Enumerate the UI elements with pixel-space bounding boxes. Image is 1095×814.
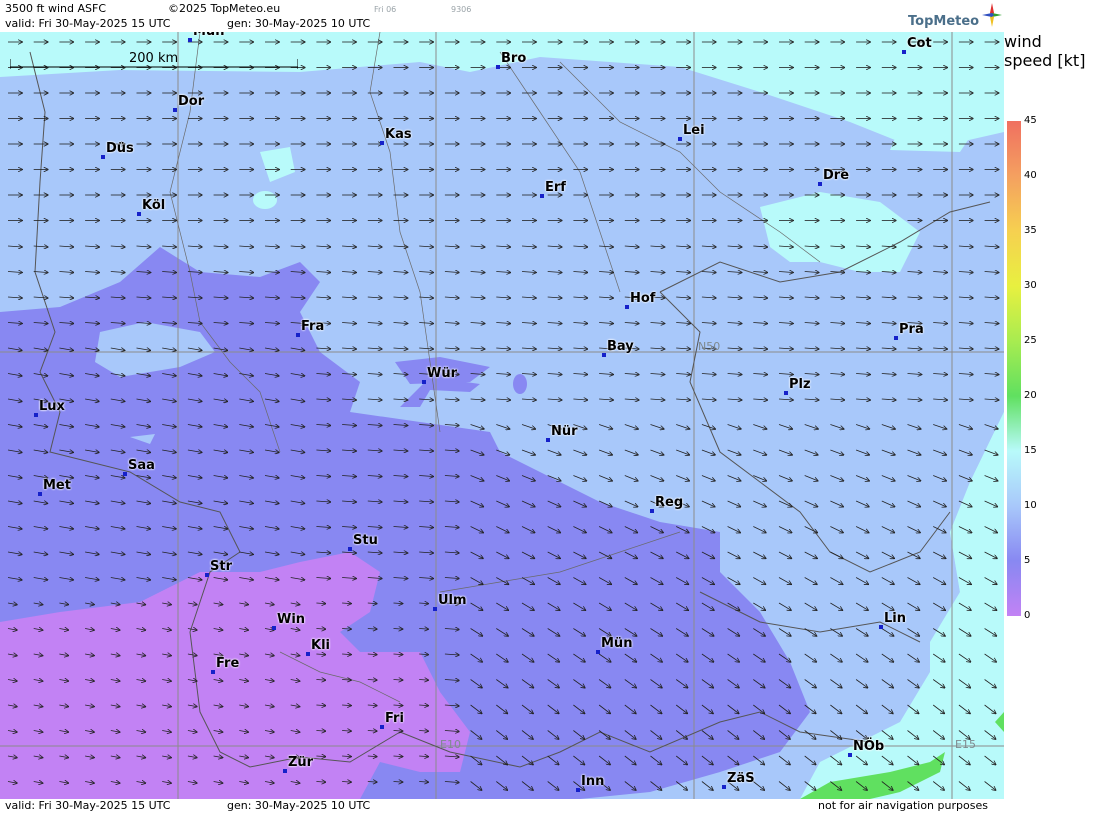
city-dot-icon	[894, 336, 898, 340]
city-label: Bay	[607, 339, 634, 354]
product-title: 3500 ft wind ASFC	[5, 2, 106, 15]
city-label: Nür	[551, 424, 578, 439]
city-dot-icon	[380, 725, 384, 729]
city-label: Lei	[683, 123, 705, 138]
city-label: Reg	[655, 495, 684, 510]
city-dot-icon	[784, 391, 788, 395]
city-dot-icon	[540, 194, 544, 198]
city-dot-icon	[34, 413, 38, 417]
city-dot-icon	[123, 472, 127, 476]
city-label: Mün	[193, 32, 224, 39]
city-label: Inn	[581, 774, 605, 789]
day-code: Fri 06	[374, 5, 397, 14]
city-dot-icon	[722, 785, 726, 789]
city-label: ZäS	[727, 771, 755, 786]
city-dot-icon	[433, 607, 437, 611]
city-dot-icon	[272, 626, 276, 630]
city-label: Lux	[39, 399, 65, 414]
wind-map[interactable]: N50 E10 E15 200 km Mün Bro Cot Dor Kas Lei Düs…	[0, 32, 1004, 799]
grid-label-e15: E15	[955, 738, 976, 751]
city-dot-icon	[602, 353, 606, 357]
run-code: 9306	[451, 5, 472, 14]
city-label: Pra	[899, 322, 924, 337]
city-dot-icon	[380, 141, 384, 145]
topmeteo-logo: TopMeteo	[908, 14, 980, 29]
legend-title: wind speed [kt]	[1004, 32, 1086, 70]
city-dot-icon	[137, 212, 141, 216]
city-label: Fra	[301, 319, 325, 334]
city-label: Dre	[823, 168, 850, 183]
grid-label-n50: N50	[698, 340, 721, 353]
city-dot-icon	[283, 769, 287, 773]
city-dot-icon	[678, 137, 682, 141]
city-dot-icon	[101, 155, 105, 159]
city-dot-icon	[879, 625, 883, 629]
city-label: Fri	[385, 711, 404, 726]
city-label: Lin	[884, 611, 906, 626]
city-dot-icon	[625, 305, 629, 309]
city-label: NÖb	[853, 739, 885, 754]
city-label: Str	[210, 559, 232, 574]
city-dot-icon	[348, 547, 352, 551]
city-label: Ulm	[438, 593, 467, 608]
city-dot-icon	[902, 50, 906, 54]
city-label: Zür	[288, 755, 314, 770]
city-dot-icon	[546, 438, 550, 442]
city-label: Kas	[385, 127, 412, 142]
city-label: Win	[277, 612, 306, 627]
city-dot-icon	[205, 573, 209, 577]
city-label: Mün	[601, 636, 633, 651]
city-label: Bro	[501, 51, 527, 66]
city-label: Düs	[106, 141, 134, 156]
city-label: Cot	[907, 36, 932, 51]
city-dot-icon	[188, 38, 192, 42]
city-label: Wür	[427, 366, 458, 381]
city-dot-icon	[306, 652, 310, 656]
city-dot-icon	[211, 670, 215, 674]
footer-generated-time: gen: 30-May-2025 10 UTC	[227, 799, 371, 812]
city-dot-icon	[496, 65, 500, 69]
city-label: Kli	[311, 638, 330, 653]
city-label: Dor	[178, 94, 205, 109]
city-dot-icon	[650, 509, 654, 513]
city-label: Erf	[545, 180, 566, 195]
valid-time: valid: Fri 30-May-2025 15 UTC	[5, 17, 171, 30]
city-dot-icon	[173, 108, 177, 112]
city-label: Saa	[128, 458, 155, 473]
city-label: Fre	[216, 656, 240, 671]
city-label: Stu	[353, 533, 378, 548]
compass-logo-icon	[982, 3, 1002, 27]
city-dot-icon	[576, 788, 580, 792]
scale-bar-label: 200 km	[129, 51, 179, 66]
city-label: Plz	[789, 377, 811, 392]
footer-disclaimer: not for air navigation purposes	[818, 799, 988, 812]
wind-speed-field	[0, 32, 1004, 799]
city-dot-icon	[818, 182, 822, 186]
city-dot-icon	[422, 380, 426, 384]
grid-label-e10: E10	[440, 738, 461, 751]
city-dot-icon	[596, 650, 600, 654]
footer-valid-time: valid: Fri 30-May-2025 15 UTC	[5, 799, 171, 812]
city-label: Hof	[630, 291, 656, 306]
copyright-text: ©2025 TopMeteo.eu	[168, 2, 281, 15]
city-dot-icon	[848, 753, 852, 757]
generated-time: gen: 30-May-2025 10 UTC	[227, 17, 371, 30]
city-dot-icon	[296, 333, 300, 337]
city-label: Met	[43, 478, 71, 493]
city-dot-icon	[38, 492, 42, 496]
city-label: Köl	[142, 198, 166, 213]
